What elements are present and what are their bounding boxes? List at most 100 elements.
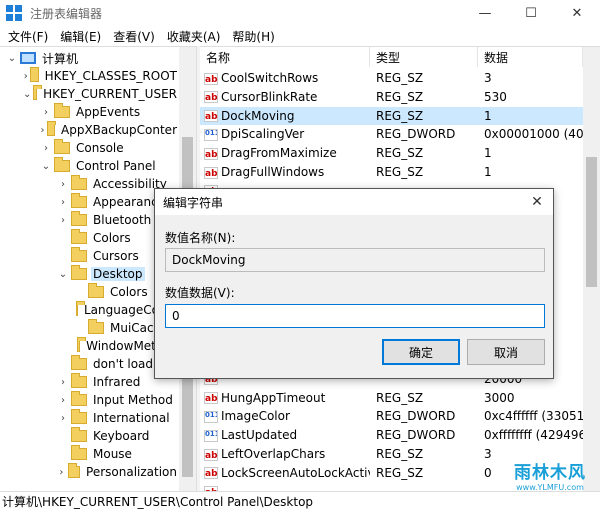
- tree-node[interactable]: › Infrared: [57, 373, 142, 391]
- tree-node-label: AppXBackupConter: [61, 123, 177, 137]
- folder-icon: [71, 355, 87, 370]
- tree-node[interactable]: › Appearance: [57, 193, 167, 211]
- tree-node[interactable]: don't load: [57, 355, 155, 373]
- expand-arrow-icon[interactable]: ›: [23, 71, 28, 82]
- tree-node[interactable]: Keyboard: [57, 427, 151, 445]
- value-name-cell: ab DragFromMaximize: [204, 146, 370, 160]
- column-data-header[interactable]: 数据: [478, 47, 583, 67]
- tree-node[interactable]: Colors: [74, 283, 150, 301]
- ok-button[interactable]: 确定: [382, 339, 460, 365]
- expand-arrow-icon[interactable]: ›: [57, 395, 69, 406]
- value-type: REG_SZ: [376, 390, 424, 405]
- tree-node[interactable]: Cursors: [57, 247, 141, 265]
- column-name-header[interactable]: 名称: [200, 47, 370, 67]
- string-value-icon: ab: [204, 448, 218, 461]
- menu-view[interactable]: 查看(V): [107, 28, 161, 45]
- value-row[interactable]: ab DragFromMaximize REG_SZ 1: [200, 144, 583, 163]
- value-row[interactable]: ab DockMoving REG_SZ 1: [200, 106, 583, 126]
- folder-icon: [30, 67, 40, 82]
- value-data: 1: [484, 165, 492, 179]
- tree-node-label: Control Panel: [76, 159, 156, 173]
- watermark-logo: 雨林木风 www.YLMFU.com: [502, 458, 598, 498]
- value-data: 1: [484, 108, 492, 123]
- list-scroll-thumb[interactable]: [586, 157, 597, 287]
- tree-node[interactable]: ⌄ HKEY_CURRENT_USER: [23, 85, 179, 103]
- value-data: 1: [484, 146, 492, 161]
- watermark-url: www.YLMFU.com: [516, 483, 584, 492]
- dialog-title: 编辑字符串: [163, 195, 224, 210]
- tree-node[interactable]: Mouse: [57, 445, 134, 463]
- value-row[interactable]: 011 110ImageColor REG_DWORD 0xc4ffffff (33…: [200, 407, 583, 426]
- tree-node-label: International: [93, 411, 170, 425]
- value-name-cell: ab HungAppTimeout: [204, 391, 370, 405]
- tree-node[interactable]: › Personalization: [57, 463, 179, 481]
- tree-node-label: HKEY_CURRENT_USER: [43, 87, 177, 101]
- collapse-arrow-icon[interactable]: ⌄: [23, 89, 31, 100]
- dialog-close-button[interactable]: ✕: [527, 192, 547, 212]
- folder-icon: [71, 445, 87, 460]
- menu-edit[interactable]: 编辑(E): [54, 28, 107, 45]
- expand-arrow-icon[interactable]: ›: [57, 377, 69, 388]
- value-row[interactable]: 011 110DpiScalingVer REG_DWORD 0x00001000 …: [200, 125, 583, 144]
- value-row[interactable]: ab HungAppTimeout REG_SZ 3000: [200, 389, 583, 408]
- string-value-icon: ab: [204, 72, 218, 85]
- column-type-header[interactable]: 类型: [370, 47, 478, 67]
- folder-icon: [47, 121, 56, 136]
- value-name-label: 数值名称(N):: [165, 231, 236, 245]
- tree-node-label: 计算机: [42, 51, 79, 66]
- menu-favorites[interactable]: 收藏夹(A): [161, 28, 227, 45]
- value-row[interactable]: ab CursorBlinkRate REG_SZ 530: [200, 88, 583, 107]
- value-name-cell: ab DragFullWindows: [204, 165, 370, 179]
- value-name: CursorBlinkRate: [221, 89, 318, 104]
- folder-icon: [54, 103, 70, 118]
- expand-arrow-icon[interactable]: ›: [40, 125, 45, 136]
- string-value-icon: ab: [204, 147, 218, 160]
- folder-icon: [54, 157, 70, 172]
- window-title: 注册表编辑器: [30, 6, 103, 21]
- collapse-arrow-icon[interactable]: ⌄: [57, 269, 69, 280]
- expand-arrow-icon[interactable]: ›: [57, 197, 69, 208]
- tree-node[interactable]: › AppXBackupConter: [40, 121, 179, 139]
- value-row[interactable]: ab DragFullWindows REG_SZ 1: [200, 163, 583, 182]
- menu-file[interactable]: 文件(F): [2, 28, 54, 45]
- folder-icon: [88, 319, 104, 334]
- tree-node-label: Colors: [93, 231, 131, 245]
- list-scrollbar[interactable]: [583, 47, 600, 491]
- expand-arrow-icon[interactable]: ›: [57, 215, 69, 226]
- tree-node[interactable]: › Input Method: [57, 391, 175, 409]
- expand-arrow-icon[interactable]: ›: [57, 467, 66, 478]
- dialog-title-bar: 编辑字符串 ✕: [155, 189, 553, 215]
- minimize-button[interactable]: —: [462, 0, 508, 26]
- value-data-input[interactable]: 0: [165, 304, 545, 328]
- collapse-arrow-icon[interactable]: ⌄: [6, 53, 18, 64]
- value-name-field: DockMoving: [165, 248, 545, 272]
- cancel-button[interactable]: 取消: [467, 339, 545, 365]
- string-value-icon: ab: [204, 467, 218, 480]
- expand-arrow-icon[interactable]: ›: [57, 413, 69, 424]
- value-row[interactable]: ab CoolSwitchRows REG_SZ 3: [200, 69, 583, 88]
- tree-node[interactable]: Colors: [57, 229, 133, 247]
- expand-arrow-icon[interactable]: ›: [40, 143, 52, 154]
- tree-node[interactable]: › AppEvents: [40, 103, 142, 121]
- folder-icon: [71, 247, 87, 262]
- tree-node[interactable]: ⌄ Desktop: [57, 265, 145, 283]
- expand-arrow-icon[interactable]: ›: [57, 179, 69, 190]
- tree-node[interactable]: ⌄ 计算机: [6, 49, 80, 67]
- value-name-cell: ab LeftOverlapChars: [204, 447, 370, 461]
- tree-node[interactable]: › Accessibility: [57, 175, 169, 193]
- binary-value-icon: 011 110: [204, 128, 218, 141]
- tree-node[interactable]: ⌄ Control Panel: [40, 157, 158, 175]
- menu-help[interactable]: 帮助(H): [226, 28, 280, 45]
- close-button[interactable]: ✕: [554, 0, 600, 26]
- folder-icon: [71, 391, 87, 406]
- expand-arrow-icon[interactable]: ›: [40, 107, 52, 118]
- tree-node[interactable]: › HKEY_CLASSES_ROOT: [23, 67, 179, 85]
- collapse-arrow-icon[interactable]: ⌄: [40, 161, 52, 172]
- tree-node[interactable]: › International: [57, 409, 172, 427]
- maximize-button[interactable]: ☐: [508, 0, 554, 26]
- tree-node[interactable]: › Console: [40, 139, 126, 157]
- tree-node-label: Console: [76, 141, 124, 155]
- value-row[interactable]: 011 110LastUpdated REG_DWORD 0xffffffff (4…: [200, 426, 583, 445]
- tree-node[interactable]: › Bluetooth: [57, 211, 153, 229]
- value-name-cell: 011 110ImageColor: [204, 409, 370, 423]
